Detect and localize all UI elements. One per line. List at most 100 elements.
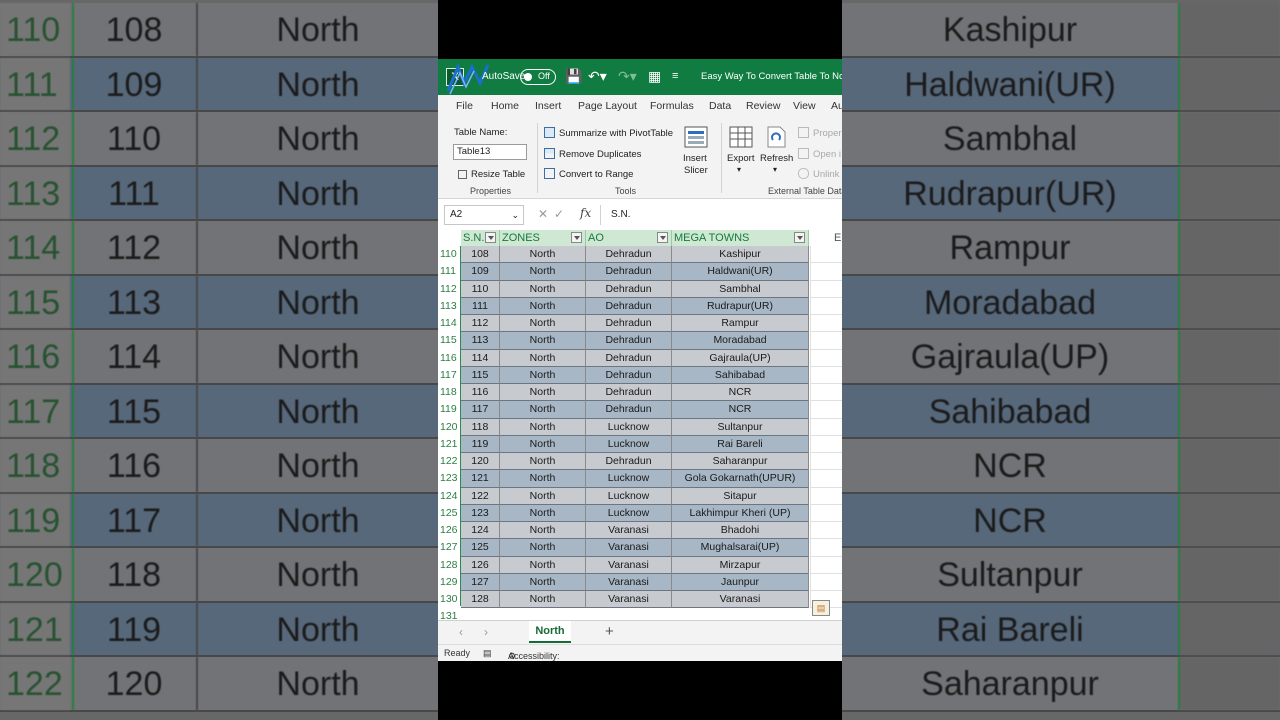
cell-mega-town[interactable]: Bhadohi: [672, 522, 809, 540]
cell-ao[interactable]: Dehradun: [586, 384, 672, 402]
cell-mega-town[interactable]: Jaunpur: [672, 573, 809, 591]
cancel-enter-icons[interactable]: ✕✓: [538, 207, 570, 221]
cell-sn[interactable]: 117: [461, 401, 500, 419]
tab-data[interactable]: Data: [709, 100, 731, 112]
name-box[interactable]: A2 ⌄: [444, 205, 524, 225]
cell-sn[interactable]: 126: [461, 556, 500, 574]
row-number[interactable]: 118: [438, 386, 460, 398]
cell-zone[interactable]: North: [500, 401, 586, 419]
cell-mega-town[interactable]: Kashipur: [672, 246, 809, 264]
open-in-browser-button[interactable]: Open i: [798, 148, 841, 160]
cell-mega-town[interactable]: Rai Bareli: [672, 435, 809, 453]
cell-zone[interactable]: North: [500, 349, 586, 367]
cell-ao[interactable]: Dehradun: [586, 332, 672, 350]
cell-ao[interactable]: Varanasi: [586, 591, 672, 609]
chevron-right-icon[interactable]: ›: [484, 625, 488, 639]
cell-zone[interactable]: North: [500, 487, 586, 505]
cell-mega-town[interactable]: Saharanpur: [672, 453, 809, 471]
cell-mega-town[interactable]: Rudrapur(UR): [672, 297, 809, 315]
resize-table-button[interactable]: Resize Table: [458, 169, 525, 180]
cell-sn[interactable]: 123: [461, 504, 500, 522]
cell-zone[interactable]: North: [500, 435, 586, 453]
row-number[interactable]: 120: [438, 421, 460, 433]
cell-sn[interactable]: 121: [461, 470, 500, 488]
row-number[interactable]: 113: [438, 300, 460, 312]
cell-ao[interactable]: Dehradun: [586, 453, 672, 471]
row-number[interactable]: 111: [438, 265, 460, 277]
cell-ao[interactable]: Dehradun: [586, 315, 672, 333]
cell-ao[interactable]: Dehradun: [586, 246, 672, 264]
cell-ao[interactable]: Varanasi: [586, 539, 672, 557]
row-number[interactable]: 122: [438, 455, 460, 467]
tab-home[interactable]: Home: [491, 100, 519, 112]
tab-view[interactable]: View: [793, 100, 816, 112]
cell-zone[interactable]: North: [500, 522, 586, 540]
summarize-pivottable-button[interactable]: Summarize with PivotTable: [544, 127, 673, 139]
tab-automate[interactable]: Au: [831, 100, 842, 112]
properties-button[interactable]: Proper: [798, 127, 842, 139]
cell-mega-town[interactable]: Sultanpur: [672, 418, 809, 436]
empty-cell[interactable]: [810, 401, 842, 419]
cell-sn[interactable]: 118: [461, 418, 500, 436]
cell-ao[interactable]: Dehradun: [586, 280, 672, 298]
export-button[interactable]: Export ▾: [725, 123, 757, 179]
empty-cell[interactable]: [810, 487, 842, 505]
cell-sn[interactable]: 114: [461, 349, 500, 367]
cell-sn[interactable]: 111: [461, 297, 500, 315]
tab-page-layout[interactable]: Page Layout: [578, 100, 637, 112]
empty-cell[interactable]: [810, 315, 842, 333]
cell-sn[interactable]: 124: [461, 522, 500, 540]
tab-formulas[interactable]: Formulas: [650, 100, 694, 112]
tab-file[interactable]: File: [456, 100, 473, 112]
empty-cell[interactable]: [810, 453, 842, 471]
cell-ao[interactable]: Lucknow: [586, 435, 672, 453]
cell-zone[interactable]: North: [500, 384, 586, 402]
cell-zone[interactable]: North: [500, 315, 586, 333]
autosave-toggle[interactable]: Off: [520, 69, 556, 85]
empty-cell[interactable]: [810, 522, 842, 540]
cell-ao[interactable]: Lucknow: [586, 418, 672, 436]
cell-zone[interactable]: North: [500, 556, 586, 574]
cell-zone[interactable]: North: [500, 297, 586, 315]
cell-sn[interactable]: 119: [461, 435, 500, 453]
cell-ao[interactable]: Lucknow: [586, 504, 672, 522]
empty-cell[interactable]: [810, 246, 842, 264]
redo-icon[interactable]: ↷▾: [618, 68, 637, 84]
filter-dropdown-icon[interactable]: [657, 232, 668, 243]
cell-mega-town[interactable]: Rampur: [672, 315, 809, 333]
empty-cell[interactable]: [810, 556, 842, 574]
cell-ao[interactable]: Dehradun: [586, 263, 672, 281]
empty-cell[interactable]: [810, 366, 842, 384]
macro-record-icon[interactable]: ▤: [483, 648, 492, 659]
sheet-tab-north[interactable]: North: [529, 621, 571, 643]
cell-mega-town[interactable]: Gajraula(UP): [672, 349, 809, 367]
cell-sn[interactable]: 122: [461, 487, 500, 505]
cell-zone[interactable]: North: [500, 366, 586, 384]
cell-zone[interactable]: North: [500, 280, 586, 298]
insert-slicer-button[interactable]: Insert Slicer: [680, 123, 712, 179]
cell-mega-town[interactable]: Sahibabad: [672, 366, 809, 384]
cell-mega-town[interactable]: Sitapur: [672, 487, 809, 505]
form-icon[interactable]: ▦: [648, 68, 661, 84]
row-number[interactable]: 117: [438, 369, 460, 381]
unlink-button[interactable]: Unlink: [798, 168, 839, 180]
add-sheet-button[interactable]: +: [605, 623, 614, 640]
row-number[interactable]: 121: [438, 438, 460, 450]
empty-cell[interactable]: [810, 418, 842, 436]
cell-ao[interactable]: Varanasi: [586, 556, 672, 574]
cell-ao[interactable]: Varanasi: [586, 573, 672, 591]
cell-zone[interactable]: North: [500, 418, 586, 436]
empty-cell[interactable]: [810, 435, 842, 453]
cell-mega-town[interactable]: Varanasi: [672, 591, 809, 609]
cell-mega-town[interactable]: NCR: [672, 401, 809, 419]
row-number[interactable]: 110: [438, 248, 460, 260]
row-number[interactable]: 112: [438, 283, 460, 295]
empty-cell[interactable]: [810, 539, 842, 557]
cell-sn[interactable]: 112: [461, 315, 500, 333]
cell-sn[interactable]: 116: [461, 384, 500, 402]
cell-sn[interactable]: 110: [461, 280, 500, 298]
cell-zone[interactable]: North: [500, 263, 586, 281]
empty-cell[interactable]: [810, 263, 842, 281]
cell-ao[interactable]: Dehradun: [586, 297, 672, 315]
cell-ao[interactable]: Dehradun: [586, 366, 672, 384]
